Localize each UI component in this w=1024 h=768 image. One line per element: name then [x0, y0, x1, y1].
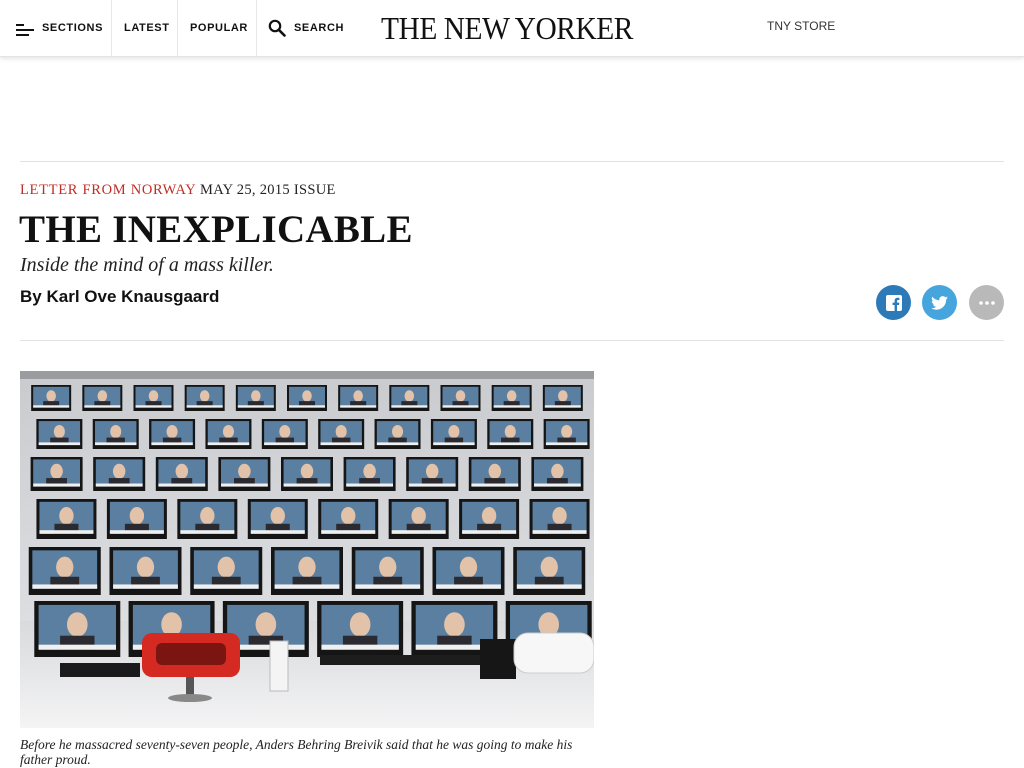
- nav-divider: [256, 0, 257, 56]
- search-icon: [268, 19, 286, 37]
- hero-image[interactable]: [20, 371, 594, 728]
- tv-screen: [205, 419, 252, 449]
- tv-screen: [155, 457, 208, 491]
- tv-screen: [247, 499, 308, 539]
- sections-menu-button[interactable]: SECTIONS: [16, 0, 103, 56]
- tv-screen: [459, 499, 520, 539]
- tv-screen: [513, 547, 586, 595]
- tv-screen: [432, 547, 505, 595]
- tv-screen: [388, 499, 449, 539]
- tv-screen: [93, 457, 146, 491]
- advertisement-slot: [20, 58, 1004, 161]
- tv-screen: [36, 419, 83, 449]
- tv-screen: [440, 385, 481, 411]
- top-navigation-bar: SECTIONS LATEST POPULAR SEARCH THE NEW Y…: [0, 0, 1024, 57]
- latest-link[interactable]: LATEST: [124, 0, 170, 56]
- tv-screen: [406, 457, 459, 491]
- article-headline: The Inexplicable: [19, 208, 413, 251]
- hero-caption: Before he massacred seventy-seven people…: [20, 737, 573, 767]
- tv-screen: [28, 547, 101, 595]
- tv-screen: [281, 457, 333, 491]
- tv-screen: [34, 601, 121, 657]
- article-dek: Inside the mind of a mass killer.: [20, 254, 274, 276]
- tv-wall-photo: [20, 371, 594, 728]
- share-more-button[interactable]: [969, 285, 1004, 320]
- tv-screen: [374, 419, 421, 449]
- byline: By Karl Ove Knausgaard: [20, 287, 219, 307]
- nav-divider: [111, 0, 112, 56]
- tv-screen: [389, 385, 430, 411]
- the-new-yorker-logo[interactable]: THE NEW YORKER: [381, 10, 633, 46]
- header-divider: [20, 161, 1004, 162]
- tv-screen: [271, 547, 343, 595]
- tv-screen: [529, 499, 590, 539]
- tv-screen: [531, 457, 584, 491]
- byline-prefix: By: [20, 287, 47, 306]
- tv-screen: [487, 419, 534, 449]
- issue-link[interactable]: May 25, 2015 Issue: [200, 182, 336, 199]
- tv-screen: [542, 385, 583, 411]
- nav-divider: [177, 0, 178, 56]
- header-bottom-divider: [20, 340, 1004, 341]
- twitter-icon: [931, 295, 948, 310]
- rubric-link[interactable]: Letter from Norway: [20, 182, 196, 199]
- tv-screen: [92, 419, 139, 449]
- share-facebook-button[interactable]: [876, 285, 911, 320]
- tv-screen: [287, 385, 327, 411]
- tv-screen: [36, 499, 97, 539]
- tv-screen: [133, 385, 174, 411]
- tny-store-link[interactable]: TNY STORE: [767, 19, 835, 33]
- tv-screen: [491, 385, 532, 411]
- tv-screen: [343, 457, 396, 491]
- tv-screen: [184, 385, 225, 411]
- tv-screen: [468, 457, 521, 491]
- tv-screen: [30, 457, 83, 491]
- sections-label: SECTIONS: [42, 22, 104, 34]
- tv-screen: [109, 547, 182, 595]
- tv-screen: [318, 419, 365, 449]
- tv-screen: [82, 385, 123, 411]
- tv-screen: [338, 385, 379, 411]
- share-twitter-button[interactable]: [922, 285, 957, 320]
- tv-screen: [430, 419, 477, 449]
- author-link[interactable]: Karl Ove Knausgaard: [46, 287, 219, 306]
- tv-screen: [351, 547, 424, 595]
- tv-screen: [543, 419, 590, 449]
- tv-screen: [106, 499, 167, 539]
- hamburger-icon: [16, 24, 34, 36]
- tv-screen: [218, 457, 271, 491]
- search-button[interactable]: SEARCH: [268, 0, 344, 56]
- tv-screen: [177, 499, 238, 539]
- search-label: SEARCH: [294, 22, 345, 34]
- tv-screen: [190, 547, 263, 595]
- tv-screen: [31, 385, 72, 411]
- popular-link[interactable]: POPULAR: [190, 0, 248, 56]
- more-icon: [978, 300, 995, 305]
- tv-screen: [235, 385, 276, 411]
- tv-screen: [261, 419, 308, 449]
- tv-screen: [149, 419, 196, 449]
- tv-screen: [318, 499, 379, 539]
- tv-screen: [317, 601, 404, 657]
- facebook-icon: [885, 294, 902, 311]
